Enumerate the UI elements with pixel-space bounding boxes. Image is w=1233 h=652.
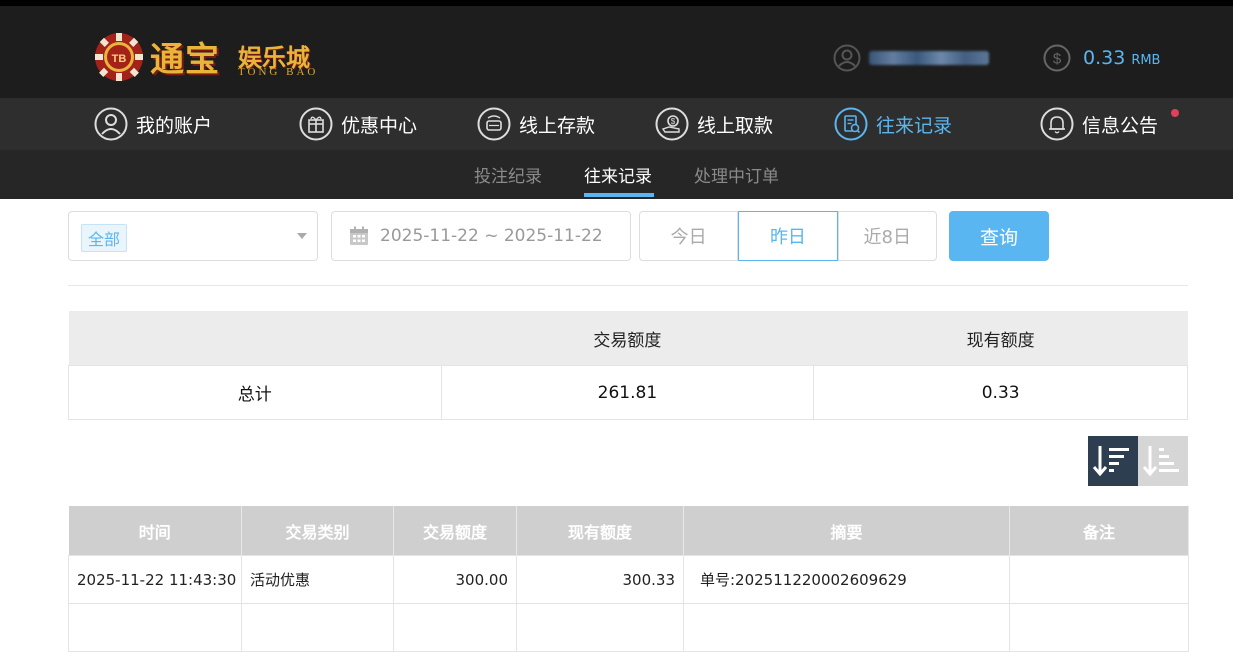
user-icon xyxy=(94,107,128,141)
brand-name: 通宝 娱乐城 TONG BAO xyxy=(150,30,330,84)
bell-icon xyxy=(1040,107,1074,141)
sort-ascending-icon xyxy=(1142,446,1179,477)
cell-note xyxy=(1009,555,1189,604)
subtab-pending-orders[interactable]: 处理中订单 xyxy=(694,162,779,187)
subtab-transaction-records[interactable]: 往来记录 xyxy=(584,162,652,187)
balance-currency: RMB xyxy=(1131,52,1161,68)
nav-label: 往来记录 xyxy=(876,114,953,137)
transaction-type-select[interactable]: 全部 xyxy=(68,211,318,261)
col-header-time[interactable]: 时间 xyxy=(68,506,242,556)
nav-promotions[interactable]: 优惠中心 xyxy=(299,106,417,142)
col-header-amount[interactable]: 交易额度 xyxy=(393,506,517,556)
nav-online-withdraw[interactable]: $ 线上取款 xyxy=(655,106,773,142)
top-header: TB 通宝 娱乐城 TONG BAO $ 0.33 RMB xyxy=(0,0,1233,98)
gift-icon xyxy=(299,107,333,141)
nav-label: 信息公告 xyxy=(1082,114,1159,137)
query-button[interactable]: 查询 xyxy=(949,211,1049,261)
cell-memo: 单号:202511220002609629 xyxy=(683,555,1010,604)
nav-online-deposit[interactable]: 线上存款 xyxy=(477,106,595,142)
calendar-icon xyxy=(350,226,368,245)
summary-header-balance: 现有额度 xyxy=(813,311,1188,366)
col-header-type[interactable]: 交易类别 xyxy=(241,506,394,556)
summary-header-blank xyxy=(68,311,442,366)
cell-amount: 300.00 xyxy=(393,555,517,604)
summary-table: 交易额度 现有额度 总计 261.81 0.33 xyxy=(68,311,1188,420)
last-8-days-button[interactable]: 近8日 xyxy=(837,211,937,261)
username-redacted xyxy=(869,51,989,65)
col-header-memo[interactable]: 摘要 xyxy=(683,506,1010,556)
nav-my-account[interactable]: 我的账户 xyxy=(94,106,212,142)
date-range-value: 2025-11-22 ~ 2025-11-22 xyxy=(380,226,603,246)
nav-label: 我的账户 xyxy=(136,114,213,137)
svg-text:$: $ xyxy=(1053,51,1062,68)
summary-current-balance: 0.33 xyxy=(813,365,1188,420)
sub-nav: 投注纪录 往来记录 处理中订单 xyxy=(0,150,1233,199)
summary-header-amount: 交易额度 xyxy=(441,311,814,366)
nav-transaction-records[interactable]: 往来记录 xyxy=(834,106,952,142)
cell-type: 活动优惠 xyxy=(241,555,394,604)
brand-name-en: TONG BAO xyxy=(238,66,319,78)
brand-name-main: 通宝 xyxy=(150,40,220,80)
cell-time: 2025-11-22 11:43:30 xyxy=(68,555,242,604)
withdraw-icon: $ xyxy=(655,107,689,141)
col-header-note[interactable]: 备注 xyxy=(1009,506,1189,556)
nav-label: 线上存款 xyxy=(519,114,596,137)
subtab-bet-records[interactable]: 投注纪录 xyxy=(474,162,542,187)
sort-descending-icon xyxy=(1092,446,1129,477)
record-icon xyxy=(834,107,868,141)
summary-row: 总计 261.81 0.33 xyxy=(68,365,1188,420)
col-header-balance[interactable]: 现有额度 xyxy=(516,506,684,556)
date-range-picker[interactable]: 2025-11-22 ~ 2025-11-22 xyxy=(331,211,631,261)
section-divider xyxy=(68,285,1188,286)
yesterday-button[interactable]: 昨日 xyxy=(738,211,838,261)
balance-amount: 0.33 xyxy=(1083,47,1126,69)
summary-total-label: 总计 xyxy=(68,365,442,420)
active-subtab-indicator xyxy=(584,193,654,197)
chip-text: TB xyxy=(112,53,127,65)
wallet-balance: $ 0.33 RMB xyxy=(1043,44,1160,72)
records-header-row: 时间 交易类别 交易额度 现有额度 摘要 备注 xyxy=(68,506,1189,556)
sort-ascending-button[interactable] xyxy=(1138,436,1188,486)
today-button[interactable]: 今日 xyxy=(639,211,739,261)
quick-date-buttons: 今日 昨日 近8日 xyxy=(639,211,937,261)
deposit-icon xyxy=(477,107,511,141)
main-nav: 我的账户 优惠中心 线上存款 $ 线上取款 往来记录 信息公告 xyxy=(0,98,1233,150)
user-avatar-icon xyxy=(833,44,861,72)
caret-down-icon xyxy=(297,233,307,239)
brand-logo[interactable]: TB 通宝 娱乐城 TONG BAO xyxy=(94,30,330,84)
user-account-area[interactable] xyxy=(833,44,989,72)
records-table: 时间 交易类别 交易额度 现有额度 摘要 备注 2025-11-22 11:43… xyxy=(68,506,1189,652)
notification-dot xyxy=(1171,109,1179,117)
nav-label: 优惠中心 xyxy=(341,114,418,137)
nav-label: 线上取款 xyxy=(697,114,774,137)
dollar-coin-icon: $ xyxy=(1043,44,1071,72)
sort-descending-button[interactable] xyxy=(1088,436,1138,486)
casino-chip-icon: TB xyxy=(95,33,143,81)
cell-balance: 300.33 xyxy=(516,555,684,604)
table-row: 2025-11-22 11:43:30 活动优惠 300.00 300.33 单… xyxy=(68,555,1189,604)
svg-text:$: $ xyxy=(671,117,676,126)
nav-announcements[interactable]: 信息公告 xyxy=(1040,106,1158,142)
selected-type-tag: 全部 xyxy=(81,224,128,252)
summary-transaction-total: 261.81 xyxy=(440,365,815,420)
